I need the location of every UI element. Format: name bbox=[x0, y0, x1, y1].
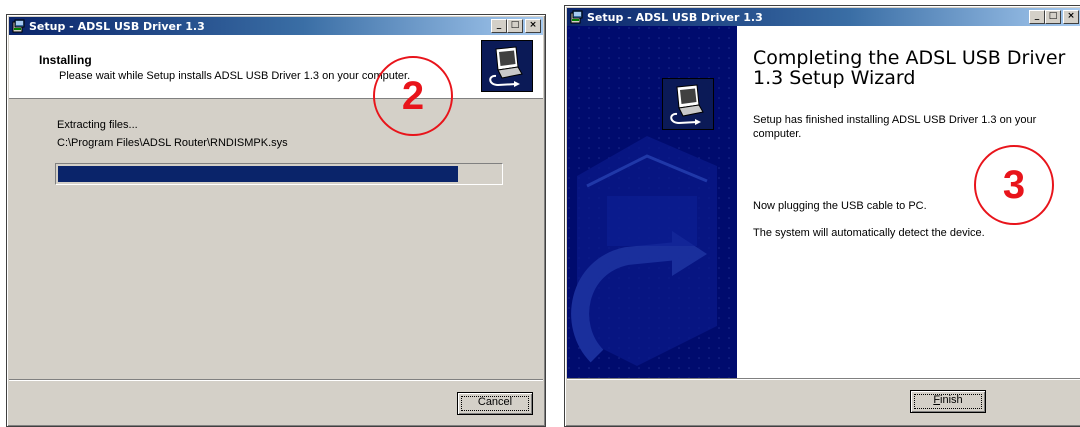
title-bar[interactable]: Setup - ADSL USB Driver 1.3 _ □ × bbox=[9, 17, 543, 35]
step-3-annotation: 3 bbox=[974, 145, 1054, 225]
computer-install-icon bbox=[481, 40, 533, 92]
maximize-button[interactable]: □ bbox=[507, 19, 523, 33]
detect-text: The system will automatically detect the… bbox=[753, 227, 985, 239]
step-3-number: 3 bbox=[1002, 162, 1026, 207]
progress-bar bbox=[55, 163, 503, 185]
wizard-side-panel bbox=[567, 26, 737, 378]
page-title: Installing bbox=[39, 53, 92, 67]
cancel-button[interactable]: Cancel bbox=[457, 392, 533, 415]
maximize-button[interactable]: □ bbox=[1045, 10, 1061, 24]
file-path-text: C:\Program Files\ADSL Router\RNDISMPK.sy… bbox=[57, 137, 288, 149]
step-2-number: 2 bbox=[401, 73, 425, 118]
focus-rectangle bbox=[461, 396, 529, 411]
progress-bar-fill bbox=[58, 166, 458, 182]
computer-install-icon bbox=[662, 78, 714, 130]
wizard-header: Installing Please wait while Setup insta… bbox=[9, 35, 543, 99]
plug-instruction-text: Now plugging the USB cable to PC. bbox=[753, 200, 927, 212]
footer-divider bbox=[9, 379, 543, 381]
wizard-heading: Completing the ADSL USB Driver 1.3 Setup… bbox=[753, 47, 1066, 89]
focus-rectangle bbox=[914, 394, 982, 409]
close-button[interactable]: × bbox=[1063, 10, 1079, 24]
window-title: Setup - ADSL USB Driver 1.3 bbox=[29, 19, 205, 33]
status-text: Extracting files... bbox=[57, 119, 138, 131]
setup-app-icon bbox=[570, 10, 584, 24]
page-subtitle: Please wait while Setup installs ADSL US… bbox=[59, 70, 411, 82]
minimize-button[interactable]: _ bbox=[491, 19, 507, 33]
title-bar[interactable]: Setup - ADSL USB Driver 1.3 _ □ × bbox=[567, 8, 1080, 26]
finish-button[interactable]: Finish bbox=[910, 390, 986, 413]
finished-text: Setup has finished installing ADSL USB D… bbox=[753, 114, 1037, 140]
close-button[interactable]: × bbox=[525, 19, 541, 33]
footer-divider bbox=[567, 378, 1080, 380]
setup-window-installing: Setup - ADSL USB Driver 1.3 _ □ × Instal… bbox=[6, 14, 546, 427]
minimize-button[interactable]: _ bbox=[1029, 10, 1045, 24]
setup-app-icon bbox=[12, 19, 26, 33]
step-2-annotation: 2 bbox=[373, 56, 453, 136]
window-title: Setup - ADSL USB Driver 1.3 bbox=[587, 10, 763, 24]
